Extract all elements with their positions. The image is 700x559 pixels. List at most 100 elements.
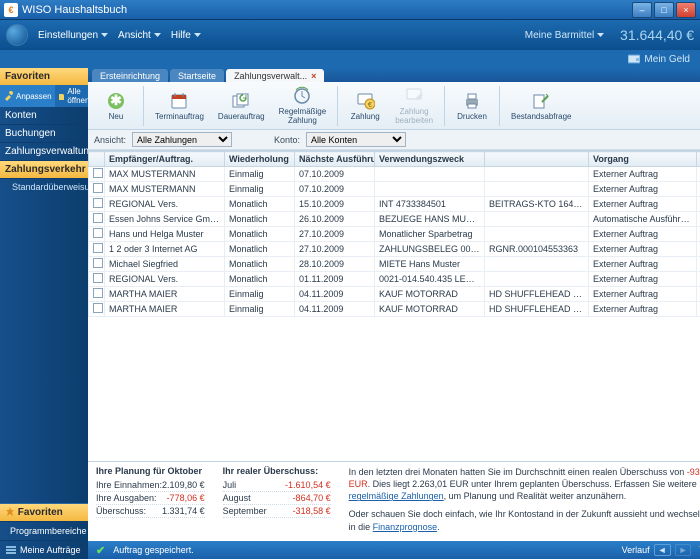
sidebar-subitem-standardueberweisung[interactable]: Standardüberweisung xyxy=(0,179,88,195)
cell: 01.11.2009 xyxy=(295,272,375,287)
cell-betrag: -17,23 xyxy=(697,302,700,317)
toolbar-regelmaessige-button[interactable]: Regelmäßige Zahlung xyxy=(273,84,333,127)
payment-icon: € xyxy=(355,91,375,111)
calendar-icon xyxy=(169,91,189,111)
cell: 28.10.2009 xyxy=(295,257,375,272)
tab-close-icon[interactable]: × xyxy=(311,71,316,81)
table-row[interactable]: MARTHA MAIEREinmalig04.11.2009KAUF MOTOR… xyxy=(89,287,700,302)
toolbar: ✱ Neu Terminauftrag Dauerauftrag Regelmä… xyxy=(88,82,700,130)
app-orb-button[interactable] xyxy=(6,24,28,46)
menu-ansicht[interactable]: Ansicht xyxy=(118,30,161,41)
filter-ansicht-select[interactable]: Alle Zahlungen xyxy=(132,132,232,147)
app-icon: € xyxy=(4,3,18,17)
tab-zahlungsverwaltung[interactable]: Zahlungsverwalt...× xyxy=(226,69,324,82)
table-row[interactable]: MARTHA MAIEREinmalig04.11.2009KAUF MOTOR… xyxy=(89,302,700,317)
table-row[interactable]: REGIONAL Vers.Monatlich15.10.2009INT 473… xyxy=(89,197,700,212)
row-checkbox[interactable] xyxy=(93,288,103,298)
cell: Externer Auftrag xyxy=(589,182,697,197)
wrench-icon xyxy=(3,91,13,101)
recurring-payment-icon xyxy=(292,86,312,106)
toolbar-neu-button[interactable]: ✱ Neu xyxy=(94,89,138,123)
filter-konto-select[interactable]: Alle Konten xyxy=(306,132,406,147)
table-row[interactable]: Essen Johns Service GmbHMonatlich26.10.2… xyxy=(89,212,700,227)
query-icon xyxy=(531,91,551,111)
col-header[interactable]: Verwendungszweck xyxy=(375,152,485,167)
row-checkbox[interactable] xyxy=(93,303,103,313)
cell: Hans und Helga Muster xyxy=(105,227,225,242)
row-checkbox[interactable] xyxy=(93,243,103,253)
col-header[interactable]: Betrag xyxy=(697,152,700,167)
history-back-button[interactable]: ◄ xyxy=(654,544,671,556)
col-header[interactable]: Wiederholung xyxy=(225,152,295,167)
wallet-icon xyxy=(628,54,640,64)
table-row[interactable]: MAX MUSTERMANNEinmalig07.10.2009 Externer… xyxy=(89,182,700,197)
row-checkbox[interactable] xyxy=(93,228,103,238)
toolbar-zahlung-button[interactable]: € Zahlung xyxy=(343,89,387,123)
sidebar-favoriten-header[interactable]: Favoriten xyxy=(0,68,88,85)
ueberschuss-row: August-864,70 € xyxy=(223,492,331,505)
col-header[interactable]: Vorgang xyxy=(589,152,697,167)
link-regelmaessige-zahlungen[interactable]: regelmäßige Zahlungen xyxy=(349,491,444,501)
balance-display: 31.644,40 € xyxy=(620,27,694,43)
sidebar-item-zahlungsverkehr[interactable]: Zahlungsverkehr xyxy=(0,161,88,179)
history-fwd-button[interactable]: ► xyxy=(675,544,692,556)
status-verlauf: Verlauf ◄ ► xyxy=(622,544,692,556)
menu-einstellungen[interactable]: Einstellungen xyxy=(38,30,108,41)
toolbar-bestandsabfrage-button[interactable]: Bestandsabfrage xyxy=(505,89,578,123)
col-header[interactable]: Nächste Ausführung xyxy=(295,152,375,167)
table-row[interactable]: Hans und Helga MusterMonatlich27.10.2009… xyxy=(89,227,700,242)
tab-ersteinrichtung[interactable]: Ersteinrichtung xyxy=(92,69,168,82)
cell: Monatlich xyxy=(225,272,295,287)
col-header[interactable] xyxy=(89,152,105,167)
cell: Einmalig xyxy=(225,182,295,197)
table-row[interactable]: Michael SiegfriedMonatlich28.10.2009MIET… xyxy=(89,257,700,272)
toolbar-zahlung-bearbeiten-button: Zahlung bearbeiten xyxy=(389,84,439,127)
cell xyxy=(375,182,485,197)
cell: BEZUEGE HANS MUSTER xyxy=(375,212,485,227)
sidebar-bottom-meine-auftraege[interactable]: Meine Aufträge xyxy=(0,540,88,559)
svg-text:€: € xyxy=(368,102,372,109)
col-header[interactable] xyxy=(485,152,589,167)
sidebar-item-konten[interactable]: Konten xyxy=(0,107,88,125)
cell: Einmalig xyxy=(225,302,295,317)
cell-betrag: -26,90 xyxy=(697,242,700,257)
account-selector[interactable]: Meine Barmittel xyxy=(525,30,604,41)
mein-geld-link[interactable]: Mein Geld xyxy=(628,54,690,65)
cell: 07.10.2009 xyxy=(295,182,375,197)
menu-hilfe[interactable]: Hilfe xyxy=(171,30,201,41)
toolbar-terminauftrag-button[interactable]: Terminauftrag xyxy=(149,89,210,123)
table-row[interactable]: 1 2 oder 3 Internet AGMonatlich27.10.200… xyxy=(89,242,700,257)
cell: Einmalig xyxy=(225,167,295,182)
toolbar-drucken-button[interactable]: Drucken xyxy=(450,89,494,123)
close-button[interactable]: × xyxy=(676,2,696,18)
sidebar-anpassen[interactable]: Anpassen xyxy=(0,85,55,107)
status-check-icon: ✔ xyxy=(96,544,105,557)
toolbar-dauerauftrag-button[interactable]: Dauerauftrag xyxy=(212,89,271,123)
star-icon xyxy=(5,507,15,517)
link-finanzprognose[interactable]: Finanzprognose xyxy=(373,522,438,532)
sidebar-item-zahlungsverwaltung[interactable]: Zahlungsverwaltung xyxy=(0,143,88,161)
cell: 04.11.2009 xyxy=(295,287,375,302)
cell: MAX MUSTERMANN xyxy=(105,182,225,197)
sidebar: Favoriten Anpassen Alle öffnen Konten Bu… xyxy=(0,68,88,559)
menubar: Einstellungen Ansicht Hilfe Meine Barmit… xyxy=(0,20,700,50)
row-checkbox[interactable] xyxy=(93,273,103,283)
table-row[interactable]: REGIONAL Vers.Monatlich01.11.20090021-01… xyxy=(89,272,700,287)
row-checkbox[interactable] xyxy=(93,198,103,208)
cell: Externer Auftrag xyxy=(589,287,697,302)
row-checkbox[interactable] xyxy=(93,213,103,223)
cell xyxy=(375,167,485,182)
maximize-button[interactable]: □ xyxy=(654,2,674,18)
table-row[interactable]: MAX MUSTERMANNEinmalig07.10.2009Externer… xyxy=(89,167,700,182)
row-checkbox[interactable] xyxy=(93,258,103,268)
sidebar-item-buchungen[interactable]: Buchungen xyxy=(0,125,88,143)
row-checkbox[interactable] xyxy=(93,183,103,193)
col-header[interactable]: Empfänger/Auftrag. xyxy=(105,152,225,167)
sidebar-bottom-programmbereiche[interactable]: Programmbereiche xyxy=(0,521,88,540)
cell: 1 2 oder 3 Internet AG xyxy=(105,242,225,257)
cell: KAUF MOTORRAD xyxy=(375,287,485,302)
row-checkbox[interactable] xyxy=(93,168,103,178)
tab-startseite[interactable]: Startseite xyxy=(170,69,224,82)
sidebar-bottom-favoriten[interactable]: Favoriten xyxy=(0,504,88,521)
minimize-button[interactable]: – xyxy=(632,2,652,18)
